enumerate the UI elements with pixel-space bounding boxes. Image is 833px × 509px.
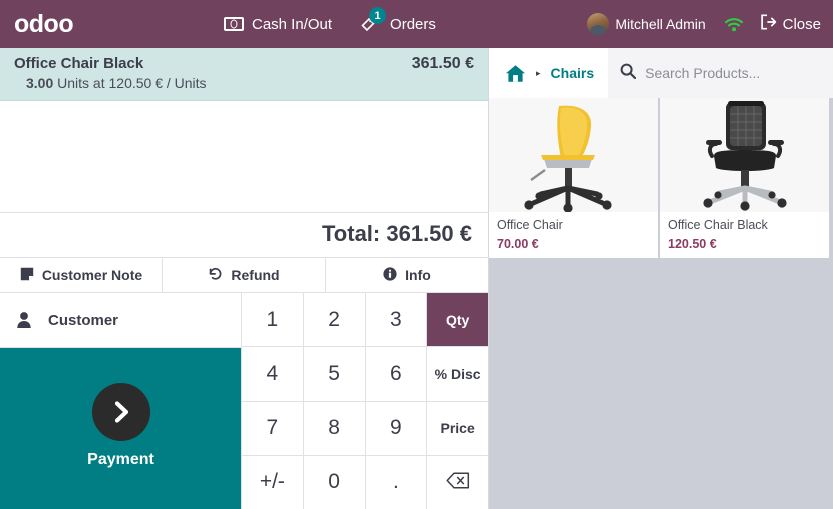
breadcrumb-separator: ▸ <box>536 67 541 78</box>
set-customer-button[interactable]: Customer <box>0 293 241 348</box>
avatar <box>587 13 610 35</box>
payment-label: Payment <box>87 450 154 468</box>
numpad-key-9[interactable]: 9 <box>365 401 427 455</box>
numpad-key-8[interactable]: 8 <box>303 401 365 455</box>
numpad-mode-qty[interactable]: Qty <box>427 293 488 347</box>
product-card[interactable]: Office Chair 70.00 € <box>489 98 659 258</box>
orderline-subtotal: 361.50 € <box>411 55 474 72</box>
cash-in-out-label: Cash In/Out <box>252 15 333 33</box>
breadcrumb: ▸ Chairs <box>489 48 609 98</box>
topbar-actions: Cash In/Out 1 Orders <box>222 0 438 48</box>
order-lower-section: Customer Payment 1 2 3 Qty 4 5 6 % Disc … <box>0 292 488 509</box>
product-price: 70.00 € <box>497 237 539 251</box>
numpad-key-2[interactable]: 2 <box>303 293 365 347</box>
home-icon[interactable] <box>505 64 526 83</box>
customer-label: Customer <box>48 311 119 329</box>
refund-rotate-icon <box>208 267 223 284</box>
orders-button[interactable]: 1 Orders <box>358 7 438 38</box>
numpad-key-6[interactable]: 6 <box>365 347 427 401</box>
product-search-row: ▸ Chairs <box>489 48 833 98</box>
info-button[interactable]: Info <box>326 258 488 292</box>
product-name: Office Chair <box>497 218 563 232</box>
pos-body: Office Chair Black 361.50 € 3.00 Units a… <box>0 48 833 509</box>
topbar-user-area: Mitchell Admin Close <box>585 0 821 48</box>
user-name-label: Mitchell Admin <box>615 16 706 32</box>
orderline-detail: 3.00 Units at 120.50 € / Units <box>14 75 474 91</box>
product-name: Office Chair Black <box>668 218 768 232</box>
product-card-body: Office Chair Black 120.50 € <box>660 212 829 258</box>
orderline-list: Office Chair Black 361.50 € 3.00 Units a… <box>0 48 488 212</box>
product-card-body: Office Chair 70.00 € <box>489 212 658 258</box>
user-menu-button[interactable]: Mitchell Admin <box>585 9 707 39</box>
cash-banknote-icon <box>224 17 244 31</box>
close-label: Close <box>782 15 821 33</box>
customer-note-label: Customer Note <box>41 267 143 283</box>
numpad-mode-discount[interactable]: % Disc <box>427 347 488 401</box>
customer-payment-column: Customer Payment <box>0 293 242 509</box>
order-panel: Office Chair Black 361.50 € 3.00 Units a… <box>0 48 489 509</box>
customer-note-button[interactable]: Customer Note <box>0 258 163 292</box>
orderline-product-name: Office Chair Black <box>14 55 144 72</box>
pos-app: odoo Cash In/Out 1 Orders Mitchell Admin… <box>0 0 833 509</box>
numpad-key-4[interactable]: 4 <box>242 347 303 401</box>
numpad-key-decimal[interactable]: . <box>365 455 427 509</box>
cash-in-out-button[interactable]: Cash In/Out <box>222 12 334 37</box>
search-box[interactable] <box>608 48 833 98</box>
pos-topbar: odoo Cash In/Out 1 Orders Mitchell Admin… <box>0 0 833 48</box>
close-session-button[interactable]: Close <box>760 14 821 34</box>
product-panel: ▸ Chairs Search Products... Office Chair… <box>489 48 833 509</box>
search-input[interactable] <box>645 65 821 81</box>
odoo-logo[interactable]: odoo <box>14 11 74 37</box>
orderline-qty: 3.00 <box>26 75 54 91</box>
numpad-key-7[interactable]: 7 <box>242 401 303 455</box>
orders-tag-icon: 1 <box>360 7 387 34</box>
yellow-office-chair-image <box>489 98 658 212</box>
numpad-key-plusminus[interactable]: +/- <box>242 455 303 509</box>
order-action-buttons: Customer Note Refund Info <box>0 257 488 292</box>
refund-button[interactable]: Refund <box>163 258 326 292</box>
product-card[interactable]: Office Chair Black 120.50 € <box>660 98 830 258</box>
numpad-key-3[interactable]: 3 <box>365 293 427 347</box>
info-label: Info <box>405 267 431 283</box>
search-icon <box>620 63 637 84</box>
payment-button[interactable]: Payment <box>0 348 241 509</box>
wifi-icon <box>724 17 744 32</box>
note-icon <box>20 267 34 284</box>
numpad: 1 2 3 Qty 4 5 6 % Disc 7 8 9 Price +/- 0… <box>242 293 488 509</box>
numpad-key-1[interactable]: 1 <box>242 293 303 347</box>
order-totals: Total: 361.50 € <box>0 212 488 257</box>
numpad-key-0[interactable]: 0 <box>303 455 365 509</box>
orderline-selected[interactable]: Office Chair Black 361.50 € 3.00 Units a… <box>0 48 488 101</box>
person-icon <box>0 311 48 329</box>
chevron-right-icon <box>91 382 150 441</box>
numpad-mode-price[interactable]: Price <box>427 401 488 455</box>
order-total-label: Total: 361.50 € <box>322 221 472 246</box>
numpad-backspace[interactable] <box>427 455 488 509</box>
product-price: 120.50 € <box>668 237 717 251</box>
numpad-key-5[interactable]: 5 <box>303 347 365 401</box>
product-grid: Office Chair 70.00 € Office Chair Black … <box>489 98 833 509</box>
black-office-chair-image <box>660 98 829 212</box>
backspace-icon <box>446 472 470 492</box>
orders-label: Orders <box>390 15 436 33</box>
orders-count-badge: 1 <box>369 7 387 24</box>
orderline-header: Office Chair Black 361.50 € <box>14 55 474 73</box>
orderline-unit-price: Units at 120.50 € / Units <box>57 75 207 91</box>
breadcrumb-category[interactable]: Chairs <box>551 65 595 81</box>
logout-icon <box>760 14 777 34</box>
refund-label: Refund <box>231 267 280 283</box>
info-circle-icon <box>383 266 397 284</box>
